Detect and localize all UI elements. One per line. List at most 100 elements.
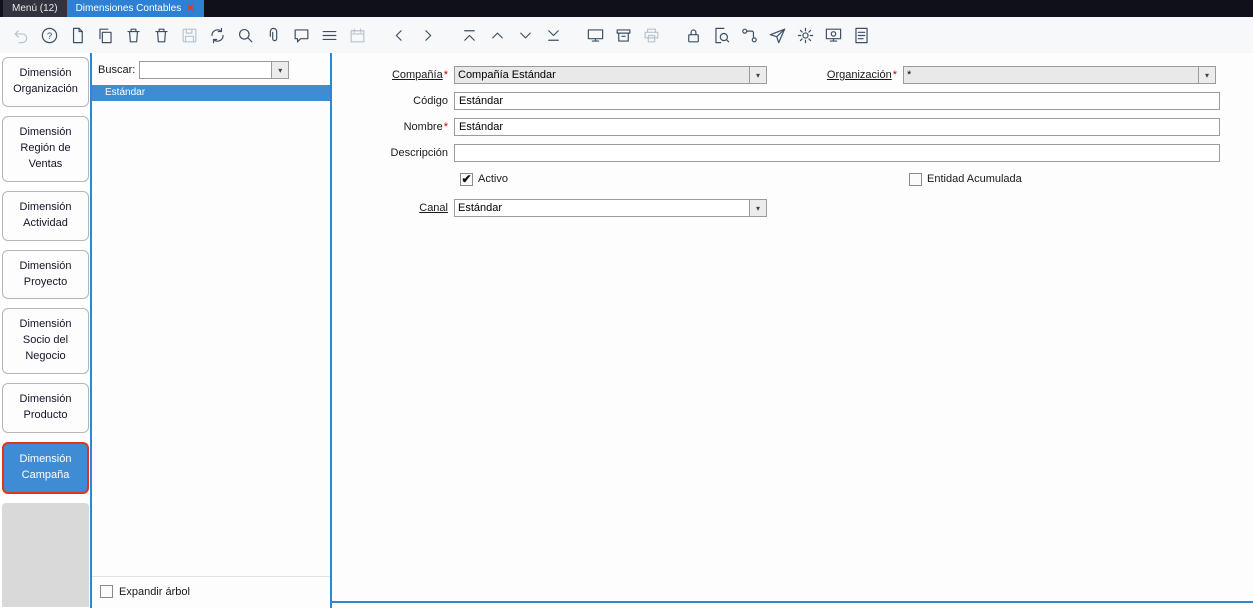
previous-record-button[interactable] xyxy=(484,22,510,48)
zoom-across-icon xyxy=(712,26,731,45)
nombre-label: Nombre xyxy=(403,121,443,133)
expandir-arbol-checkbox[interactable] xyxy=(100,585,113,598)
last-record-button[interactable] xyxy=(540,22,566,48)
required-marker: * xyxy=(892,69,897,81)
tree-panel: Buscar: ▾ Estándar Expandir árbol xyxy=(90,53,332,608)
chevron-down-icon: ▾ xyxy=(755,203,760,213)
lock-button[interactable] xyxy=(680,22,706,48)
sidebar-tab-dimension-socio-del-negocio[interactable]: Dimensión Socio del Negocio xyxy=(2,308,89,375)
workflow-icon xyxy=(740,26,759,45)
close-tab-icon[interactable]: ✕ xyxy=(186,3,194,14)
first-record-button[interactable] xyxy=(456,22,482,48)
product-info-icon xyxy=(824,26,843,45)
search-input[interactable] xyxy=(139,61,273,79)
chevron-up-icon xyxy=(488,26,507,45)
help-icon xyxy=(40,26,59,45)
canal-dropdown-button[interactable]: ▾ xyxy=(750,199,767,217)
tree-list: Estándar xyxy=(92,85,330,576)
tab-menu[interactable]: Menú (12) xyxy=(3,0,67,17)
delete-selection-icon xyxy=(152,26,171,45)
activo-checkbox[interactable]: ✔ xyxy=(460,172,473,186)
sidebar-tab-dimension-proyecto[interactable]: Dimensión Proyecto xyxy=(2,249,89,300)
nombre-input[interactable] xyxy=(454,118,1220,136)
help-button[interactable] xyxy=(36,22,62,48)
required-marker: * xyxy=(443,69,448,81)
find-icon xyxy=(236,26,255,45)
refresh-button[interactable] xyxy=(204,22,230,48)
compania-combo: ▾ xyxy=(454,66,767,84)
report-button[interactable] xyxy=(582,22,608,48)
new-record-button[interactable] xyxy=(64,22,90,48)
organizacion-dropdown-button[interactable]: ▾ xyxy=(1199,66,1216,84)
sidebar-tab-dimension-campana[interactable]: Dimensión Campaña xyxy=(2,442,89,494)
gear-icon xyxy=(796,26,815,45)
help-log-button[interactable] xyxy=(848,22,874,48)
delete-record-button[interactable] xyxy=(120,22,146,48)
sidebar-tab-dimension-region-de-ventas[interactable]: Dimensión Región de Ventas xyxy=(2,115,89,182)
archive-button[interactable] xyxy=(610,22,636,48)
attachment-icon xyxy=(264,26,283,45)
canal-input[interactable] xyxy=(454,199,750,217)
next-record-button[interactable] xyxy=(512,22,538,48)
zoom-across-button[interactable] xyxy=(708,22,734,48)
sidebar-tab-dimension-producto[interactable]: Dimensión Producto xyxy=(2,383,89,434)
expandir-arbol-label: Expandir árbol xyxy=(119,585,190,598)
settings-button[interactable] xyxy=(792,22,818,48)
save-button[interactable] xyxy=(176,22,202,48)
product-info-button[interactable] xyxy=(820,22,846,48)
codigo-label: Código xyxy=(413,95,448,107)
last-record-icon xyxy=(544,26,563,45)
compania-input[interactable] xyxy=(454,66,750,84)
undo-button[interactable] xyxy=(8,22,34,48)
row-nombre: Nombre* xyxy=(332,118,1253,136)
organizacion-input[interactable] xyxy=(903,66,1199,84)
descripcion-input[interactable] xyxy=(454,144,1220,162)
report-icon xyxy=(586,26,605,45)
copy-record-icon xyxy=(96,26,115,45)
compania-label[interactable]: Compañía xyxy=(392,69,443,81)
request-button[interactable] xyxy=(764,22,790,48)
forward-button[interactable] xyxy=(414,22,440,48)
row-checkboxes: ✔ Activo Entidad Acumulada xyxy=(332,170,1253,188)
check-icon: ✔ xyxy=(461,172,472,186)
organizacion-label[interactable]: Organización xyxy=(827,69,892,81)
paper-plane-icon xyxy=(768,26,787,45)
row-canal: Canal ▾ xyxy=(332,199,1253,217)
codigo-input[interactable] xyxy=(454,92,1220,110)
sidebar-tab-dimension-actividad[interactable]: Dimensión Actividad xyxy=(2,190,89,241)
new-record-icon xyxy=(68,26,87,45)
workflow-button[interactable] xyxy=(736,22,762,48)
tab-dimensiones-contables[interactable]: Dimensiones Contables ✕ xyxy=(66,0,204,17)
row-compania-organizacion: Compañía* ▾ Organización* ▾ xyxy=(332,66,1253,84)
copy-record-button[interactable] xyxy=(92,22,118,48)
delete-record-icon xyxy=(124,26,143,45)
find-button[interactable] xyxy=(232,22,258,48)
search-dropdown-button[interactable]: ▾ xyxy=(272,61,290,79)
compania-dropdown-button[interactable]: ▾ xyxy=(750,66,767,84)
tree-item-estandar[interactable]: Estándar xyxy=(92,85,330,101)
chevron-down-icon xyxy=(516,26,535,45)
required-marker: * xyxy=(443,121,448,133)
dimension-tabs: Dimensión Organización Dimensión Región … xyxy=(0,53,90,608)
compania-label-cell: Compañía* xyxy=(332,69,454,81)
canal-label[interactable]: Canal xyxy=(419,202,448,214)
canal-label-cell: Canal xyxy=(332,202,454,214)
content: Dimensión Organización Dimensión Región … xyxy=(0,53,1253,608)
back-button[interactable] xyxy=(386,22,412,48)
grid-toggle-button[interactable] xyxy=(316,22,342,48)
search-row: Buscar: ▾ xyxy=(92,53,330,85)
lock-icon xyxy=(684,26,703,45)
chevron-left-icon xyxy=(390,26,409,45)
entidad-acumulada-label: Entidad Acumulada xyxy=(927,173,1022,185)
expand-tree-row: Expandir árbol xyxy=(92,576,330,600)
chat-button[interactable] xyxy=(288,22,314,48)
print-button[interactable] xyxy=(638,22,664,48)
calendar-button[interactable] xyxy=(344,22,370,48)
descripcion-label: Descripción xyxy=(390,147,448,159)
tab-menu-label: Menú (12) xyxy=(12,3,58,14)
delete-selection-button[interactable] xyxy=(148,22,174,48)
entidad-acumulada-checkbox[interactable] xyxy=(909,172,922,186)
attachment-button[interactable] xyxy=(260,22,286,48)
descripcion-label-cell: Descripción xyxy=(332,147,454,159)
sidebar-tab-dimension-organizacion[interactable]: Dimensión Organización xyxy=(2,57,89,107)
